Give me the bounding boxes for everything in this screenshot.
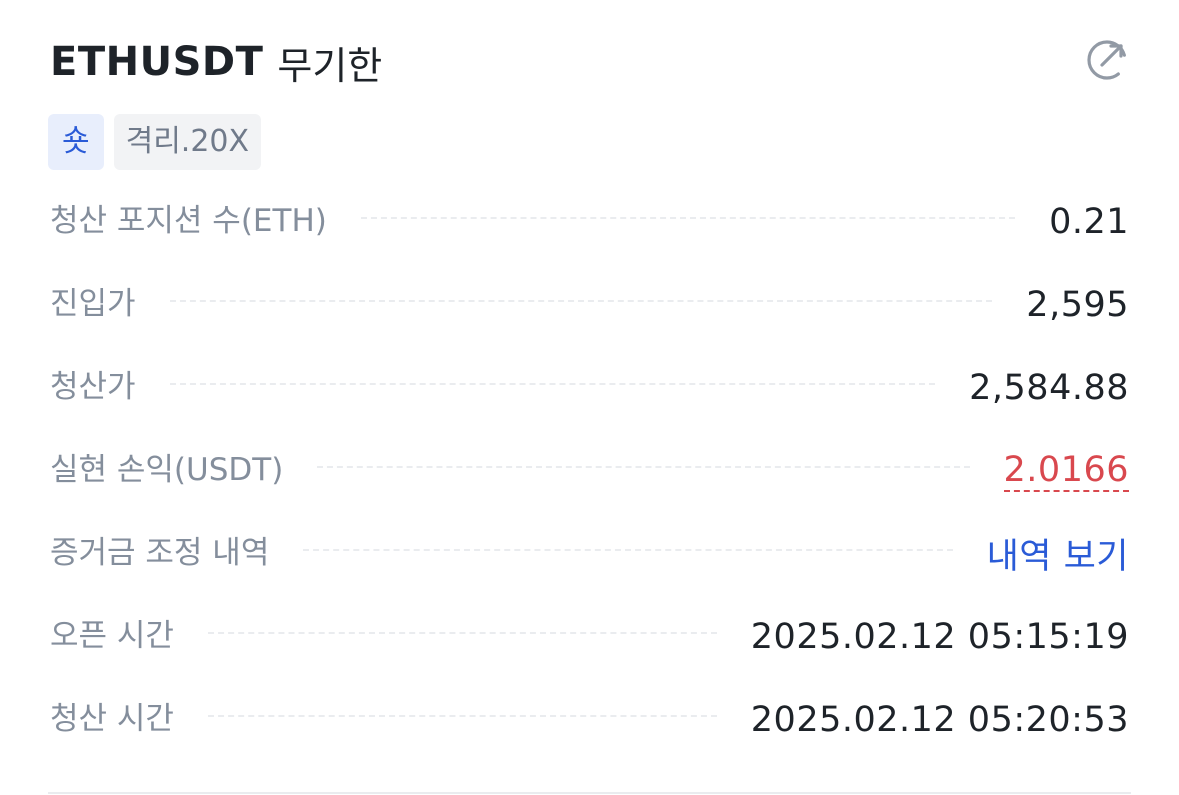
symbol-title[interactable]: ETHUSDT — [50, 39, 263, 85]
open-time-value: 2025.02.12 05:15:19 — [750, 616, 1129, 657]
contract-type-label: 무기한 — [277, 43, 383, 88]
share-external-icon-graphic — [1087, 40, 1127, 80]
close-price-value: 2,584.88 — [969, 367, 1129, 408]
detail-row-entry-price: 진입가 2,595 — [50, 263, 1129, 346]
open-time-label: 오픈 시간 — [50, 618, 174, 654]
dotted-leader — [303, 548, 953, 551]
detail-row-close-time: 청산 시간 2025.02.12 05:20:53 — [50, 678, 1129, 761]
bottom-divider — [48, 792, 1131, 794]
dotted-leader — [169, 382, 936, 385]
close-price-label: 청산가 — [50, 369, 136, 405]
entry-price-value: 2,595 — [1026, 284, 1129, 325]
detail-row-closed-qty: 청산 포지션 수(ETH) 0.21 — [50, 180, 1129, 263]
dotted-leader — [207, 631, 717, 634]
margin-mode-badge: 격리.20X — [113, 114, 262, 170]
position-details: 청산 포지션 수(ETH) 0.21 진입가 2,595 청산가 2,584.8… — [50, 180, 1129, 761]
detail-row-margin-adjustment: 증거금 조정 내역 내역 보기 — [50, 512, 1129, 595]
realized-pnl-label: 실현 손익(USDT) — [50, 452, 284, 488]
dotted-leader — [169, 299, 993, 302]
detail-row-close-price: 청산가 2,584.88 — [50, 346, 1129, 429]
view-history-link[interactable]: 내역 보기 — [987, 528, 1129, 579]
realized-pnl-value[interactable]: 2.0166 — [1003, 450, 1129, 492]
share-external-icon[interactable] — [1085, 38, 1129, 82]
detail-row-open-time: 오픈 시간 2025.02.12 05:15:19 — [50, 595, 1129, 678]
position-tags: 숏 격리.20X — [48, 114, 262, 170]
dotted-leader — [317, 465, 970, 468]
margin-adjustment-label: 증거금 조정 내역 — [50, 535, 270, 571]
entry-price-label: 진입가 — [50, 286, 136, 322]
closed-qty-value: 0.21 — [1049, 201, 1129, 242]
side-badge: 숏 — [48, 114, 104, 170]
detail-row-realized-pnl: 실현 손익(USDT) 2.0166 — [50, 429, 1129, 512]
position-history-card: ETHUSDT 무기한 숏 격리.20X 청산 포지션 수(ETH) 0.21 … — [0, 0, 1179, 795]
card-header: ETHUSDT 무기한 — [50, 32, 1129, 92]
close-time-value: 2025.02.12 05:20:53 — [750, 699, 1129, 740]
dotted-leader — [207, 714, 717, 717]
dotted-leader — [360, 216, 1016, 219]
closed-qty-label: 청산 포지션 수(ETH) — [50, 203, 327, 239]
close-time-label: 청산 시간 — [50, 701, 174, 737]
